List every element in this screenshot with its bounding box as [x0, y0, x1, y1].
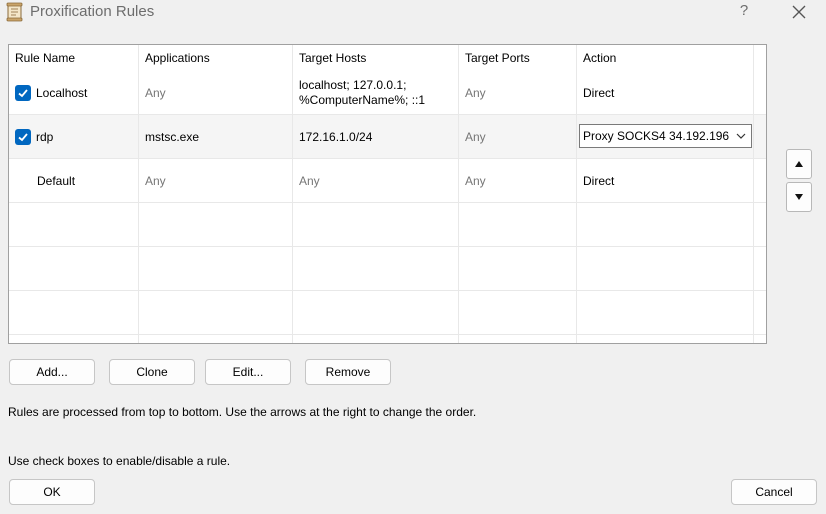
applications-cell: mstsc.exe [139, 115, 293, 158]
add-button[interactable]: Add... [9, 359, 95, 385]
info-order-text: Rules are processed from top to bottom. … [8, 405, 477, 419]
empty-cell [754, 335, 766, 343]
target-ports-cell: Any [459, 71, 577, 114]
empty-cell [577, 247, 754, 290]
empty-row [9, 203, 766, 247]
rule-name: Default [37, 173, 76, 188]
empty-cell [293, 203, 459, 246]
empty-cell [293, 335, 459, 343]
target-hosts-line: localhost; 127.0.0.1; [299, 77, 407, 92]
target-hosts-cell: 172.16.1.0/24 [293, 115, 459, 158]
empty-cell [139, 203, 293, 246]
applications-cell: Any [139, 159, 293, 202]
table-header: Rule Name Applications Target Hosts Targ… [9, 45, 766, 71]
move-up-button[interactable] [786, 149, 812, 179]
target-hosts-cell: localhost; 127.0.0.1; %ComputerName%; ::… [293, 71, 459, 114]
rule-name-cell: rdp [9, 115, 139, 158]
empty-cell [139, 247, 293, 290]
row-filler [754, 71, 766, 114]
rule-name: Localhost [36, 85, 88, 100]
rules-table: Rule Name Applications Target Hosts Targ… [8, 44, 767, 344]
empty-cell [459, 335, 577, 343]
edit-button[interactable]: Edit... [205, 359, 291, 385]
remove-button[interactable]: Remove [305, 359, 391, 385]
empty-cell [459, 247, 577, 290]
rule-enabled-checkbox[interactable] [15, 84, 31, 101]
rule-name-cell: Localhost [9, 71, 139, 114]
action-dropdown-value: Proxy SOCKS4 34.192.196 [583, 129, 730, 143]
action-dropdown[interactable]: Proxy SOCKS4 34.192.196 [579, 124, 752, 148]
empty-cell [754, 247, 766, 290]
info-checkbox-text: Use check boxes to enable/disable a rule… [8, 454, 231, 468]
column-header-target-hosts[interactable]: Target Hosts [293, 45, 459, 71]
action-cell: Direct [577, 159, 754, 202]
column-header-filler [754, 45, 766, 71]
column-header-target-ports[interactable]: Target Ports [459, 45, 577, 71]
row-filler [754, 115, 766, 158]
empty-cell [9, 335, 139, 343]
applications-cell: Any [139, 71, 293, 114]
empty-cell [754, 291, 766, 334]
help-button[interactable]: ? [737, 2, 751, 19]
clone-button[interactable]: Clone [109, 359, 195, 385]
empty-cell [293, 247, 459, 290]
table-row[interactable]: Localhost Any localhost; 127.0.0.1; %Com… [9, 71, 766, 115]
table-row[interactable]: rdp mstsc.exe 172.16.1.0/24 Any Proxy SO… [9, 115, 766, 159]
ok-button[interactable]: OK [9, 479, 95, 505]
empty-row [9, 335, 766, 343]
rule-enabled-checkbox[interactable] [15, 128, 31, 145]
empty-cell [139, 291, 293, 334]
empty-cell [459, 203, 577, 246]
empty-cell [9, 247, 139, 290]
target-ports-cell: Any [459, 115, 577, 158]
empty-cell [139, 335, 293, 343]
triangle-down-icon [795, 194, 803, 200]
empty-cell [293, 291, 459, 334]
chevron-down-icon [735, 130, 747, 142]
close-icon[interactable] [790, 3, 808, 21]
title-bar: Proxification Rules ? [0, 0, 826, 24]
empty-cell [9, 291, 139, 334]
action-cell: Direct [577, 71, 754, 114]
column-header-applications[interactable]: Applications [139, 45, 293, 71]
move-down-button[interactable] [786, 182, 812, 212]
target-ports-cell: Any [459, 159, 577, 202]
column-header-rule-name[interactable]: Rule Name [9, 45, 139, 71]
row-filler [754, 159, 766, 202]
target-hosts-cell: Any [293, 159, 459, 202]
empty-cell [577, 291, 754, 334]
empty-cell [754, 203, 766, 246]
window-title: Proxification Rules [30, 3, 155, 20]
triangle-up-icon [795, 161, 803, 167]
checkmark-icon [18, 88, 28, 97]
empty-row [9, 247, 766, 291]
rule-name: rdp [36, 129, 54, 144]
empty-row [9, 291, 766, 335]
empty-cell [577, 203, 754, 246]
rule-name-cell: Default [9, 159, 139, 202]
empty-cell [577, 335, 754, 343]
checkmark-icon [18, 132, 28, 141]
proxification-rules-window: Proxification Rules ? Rule Name Applicat… [0, 0, 826, 514]
table-row[interactable]: Default Any Any Any Direct [9, 159, 766, 203]
empty-cell [459, 291, 577, 334]
empty-cell [9, 203, 139, 246]
column-header-action[interactable]: Action [577, 45, 754, 71]
target-hosts-line: %ComputerName%; ::1 [299, 92, 426, 107]
proxifier-scroll-icon [6, 2, 24, 22]
cancel-button[interactable]: Cancel [731, 479, 817, 505]
